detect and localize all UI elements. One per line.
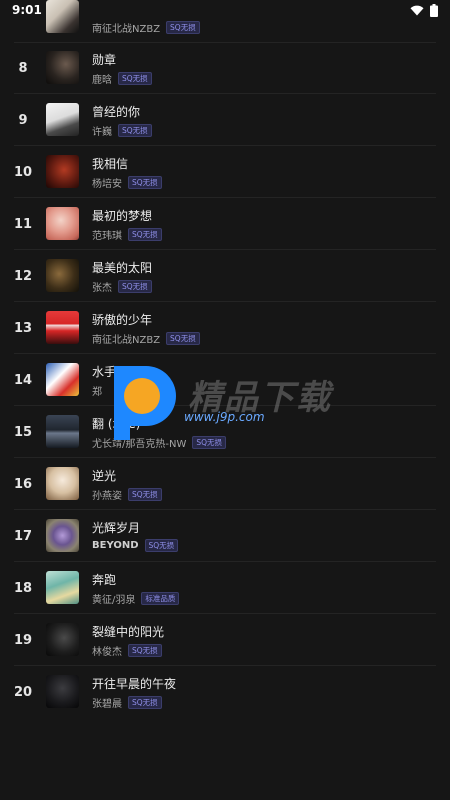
- song-row[interactable]: 12 最美的太阳 张杰 SQ无损: [0, 250, 450, 302]
- song-row[interactable]: 13 骄傲的少年 南征北战NZBZ SQ无损: [0, 302, 450, 354]
- quality-badge: SQ无损: [128, 176, 162, 189]
- song-meta: 林俊杰 SQ无损: [92, 643, 162, 658]
- album-cover: [46, 415, 79, 448]
- song-artist: 孙燕姿: [92, 491, 122, 502]
- album-cover: [46, 467, 79, 500]
- song-row[interactable]: 15 翻 (北 e) 尤长靖/那吾克热-NW SQ无损: [0, 406, 450, 458]
- song-meta: 杨培安 SQ无损: [92, 175, 162, 190]
- album-cover: [46, 363, 79, 396]
- album-cover: [46, 571, 79, 604]
- album-cover: [46, 103, 79, 136]
- quality-badge: SQ无损: [166, 21, 200, 34]
- song-rank: 18: [13, 580, 33, 596]
- quality-badge: SQ无损: [192, 436, 227, 449]
- quality-badge: SQ无损: [118, 72, 152, 85]
- song-meta: 孙燕姿 SQ无损: [92, 487, 162, 502]
- album-cover: [46, 675, 79, 708]
- song-title: 水手: [92, 365, 117, 379]
- song-row[interactable]: 9 曾经的你 许巍 SQ无损: [0, 94, 450, 146]
- song-title: 逆光: [92, 469, 117, 483]
- song-row[interactable]: 20 开往早晨的午夜 张碧晨 SQ无损: [0, 666, 450, 718]
- song-artist: 范玮琪: [92, 231, 122, 242]
- song-meta: 黄征/羽泉 标准品质: [92, 591, 180, 606]
- album-cover: [46, 519, 79, 552]
- song-rank: 13: [13, 320, 33, 336]
- quality-badge: SQ无损: [166, 332, 200, 345]
- quality-badge: SQ无损: [118, 280, 152, 293]
- song-artist: BEYOND: [92, 540, 139, 551]
- song-row[interactable]: 19 裂缝中的阳光 林俊杰 SQ无损: [0, 614, 450, 666]
- battery-icon: [430, 3, 438, 17]
- song-meta: 尤长靖/那吾克热-NW SQ无损: [92, 435, 227, 450]
- song-row[interactable]: 14 水手 郑: [0, 354, 450, 406]
- song-title: 勋章: [92, 53, 117, 67]
- song-rank: 20: [13, 684, 33, 700]
- song-rank: 11: [13, 216, 33, 232]
- song-meta: 南征北战NZBZ SQ无损: [92, 20, 200, 35]
- song-artist: 鹿晗: [92, 75, 112, 86]
- song-title: 裂缝中的阳光: [92, 625, 165, 639]
- song-title: 骄傲的少年: [92, 313, 153, 327]
- song-rank: 15: [13, 424, 33, 440]
- song-row[interactable]: 11 最初的梦想 范玮琪 SQ无损: [0, 198, 450, 250]
- song-meta: 张碧晨 SQ无损: [92, 695, 162, 710]
- song-meta: 许巍 SQ无损: [92, 123, 152, 138]
- song-rank: 12: [13, 268, 33, 284]
- song-rank: 19: [13, 632, 33, 648]
- song-rank: 16: [13, 476, 33, 492]
- song-artist: 杨培安: [92, 179, 122, 190]
- song-row[interactable]: 10 我相信 杨培安 SQ无损: [0, 146, 450, 198]
- song-artist: 南征北战NZBZ: [92, 24, 161, 35]
- song-meta: 南征北战NZBZ SQ无损: [92, 331, 200, 346]
- song-artist: 南征北战NZBZ: [92, 335, 161, 346]
- quality-badge: SQ无损: [144, 539, 179, 552]
- album-cover: [46, 623, 79, 656]
- quality-badge: SQ无损: [128, 696, 162, 709]
- song-title: 光辉岁月: [92, 521, 141, 535]
- status-time: 9:01: [12, 3, 42, 17]
- song-rank: 10: [13, 164, 33, 180]
- song-artist: 黄征/羽泉: [92, 595, 136, 606]
- song-title: 翻 (北 e): [92, 417, 141, 431]
- song-title: 开往早晨的午夜: [92, 677, 177, 691]
- song-artist: 张碧晨: [92, 699, 122, 710]
- album-cover: [46, 311, 79, 344]
- album-cover: [46, 207, 79, 240]
- song-title: 曾经的你: [92, 105, 141, 119]
- quality-badge: SQ无损: [128, 228, 162, 241]
- status-icons: [410, 3, 438, 17]
- song-artist: 郑: [92, 387, 102, 398]
- song-row[interactable]: 18 奔跑 黄征/羽泉 标准品质: [0, 562, 450, 614]
- song-row[interactable]: 16 逆光 孙燕姿 SQ无损: [0, 458, 450, 510]
- wifi-icon: [410, 5, 424, 15]
- song-rank: 17: [13, 528, 33, 544]
- song-meta: 鹿晗 SQ无损: [92, 71, 152, 86]
- song-title: 奔跑: [92, 573, 117, 587]
- song-row[interactable]: 17 光辉岁月 BEYOND SQ无损: [0, 510, 450, 562]
- album-cover: [46, 259, 79, 292]
- song-title: 我相信: [92, 157, 129, 171]
- status-bar: 9:01: [0, 0, 450, 20]
- album-cover: [46, 155, 79, 188]
- song-title: 最初的梦想: [92, 209, 153, 223]
- song-meta: 张杰 SQ无损: [92, 279, 152, 294]
- song-artist: 张杰: [92, 283, 112, 294]
- album-cover: [46, 51, 79, 84]
- song-rank: 14: [13, 372, 33, 388]
- quality-badge: SQ无损: [128, 488, 162, 501]
- quality-badge: SQ无损: [128, 644, 162, 657]
- song-meta: 范玮琪 SQ无损: [92, 227, 162, 242]
- song-rank: 8: [18, 60, 28, 76]
- song-artist: 许巍: [92, 127, 112, 138]
- quality-badge: 标准品质: [141, 592, 180, 605]
- song-artist: 林俊杰: [92, 647, 122, 658]
- song-rank: 9: [18, 112, 28, 128]
- song-meta: BEYOND SQ无损: [92, 539, 179, 552]
- song-artist: 尤长靖/那吾克热-NW: [92, 439, 187, 450]
- song-row[interactable]: 8 勋章 鹿晗 SQ无损: [0, 42, 450, 94]
- quality-badge: SQ无损: [118, 124, 152, 137]
- song-title: 最美的太阳: [92, 261, 153, 275]
- song-meta: 郑: [92, 383, 102, 398]
